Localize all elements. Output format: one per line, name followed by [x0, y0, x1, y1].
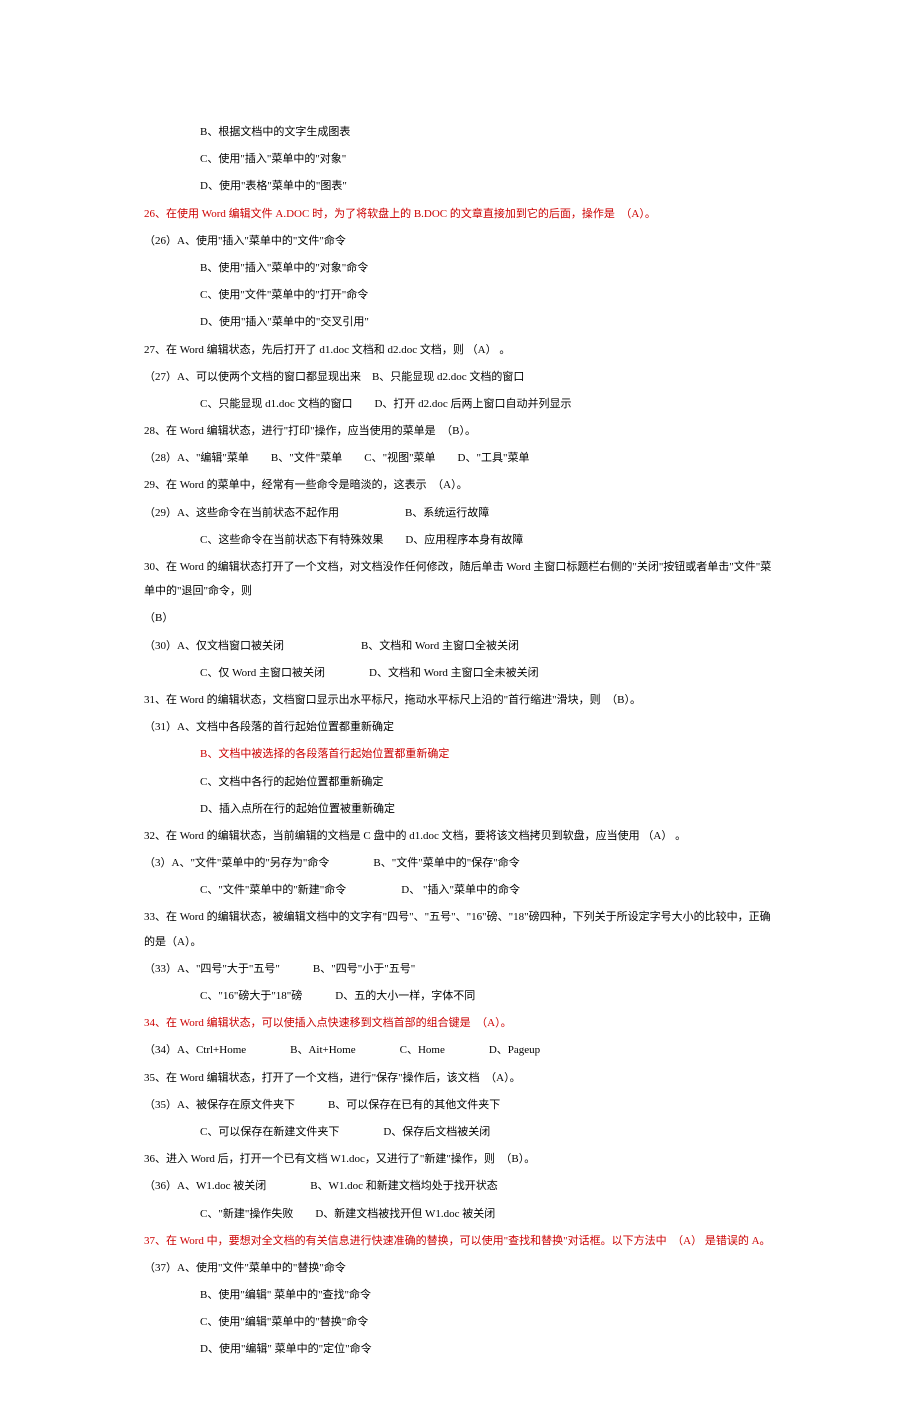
text-line: （B）: [140, 606, 780, 630]
text-line: （36）A、W1.doc 被关闭 B、W1.doc 和新建文档均处于找开状态: [140, 1174, 780, 1198]
text-line: C、使用"文件"菜单中的"打开"命令: [140, 283, 780, 307]
text-line: C、"16"磅大于"18"磅 D、五的大小一样，字体不同: [140, 984, 780, 1008]
text-line: C、使用"插入"菜单中的"对象": [140, 147, 780, 171]
text-line: （33）A、"四号"大于"五号" B、"四号"小于"五号": [140, 957, 780, 981]
text-line: C、文档中各行的起始位置都重新确定: [140, 770, 780, 794]
text-line: C、"文件"菜单中的"新建"命令 D、 "插入"菜单中的命令: [140, 878, 780, 902]
text-line: B、根据文档中的文字生成图表: [140, 120, 780, 144]
text-line: （29）A、这些命令在当前状态不起作用 B、系统运行故障: [140, 501, 780, 525]
text-line: D、使用"插入"菜单中的"交叉引用": [140, 310, 780, 334]
text-line: （37）A、使用"文件"菜单中的"替换"命令: [140, 1256, 780, 1280]
document-body: B、根据文档中的文字生成图表 C、使用"插入"菜单中的"对象" D、使用"表格"菜单…: [140, 120, 780, 1362]
text-line: C、可以保存在新建文件夹下 D、保存后文档被关闭: [140, 1120, 780, 1144]
text-line: D、插入点所在行的起始位置被重新确定: [140, 797, 780, 821]
text-line: 28、在 Word 编辑状态，进行"打印"操作，应当使用的菜单是 （B）。: [140, 419, 780, 443]
text-line: 36、进入 Word 后，打开一个已有文档 W1.doc，又进行了"新建"操作，…: [140, 1147, 780, 1171]
text-line: 31、在 Word 的编辑状态，文档窗口显示出水平标尺，拖动水平标尺上沿的"首行…: [140, 688, 780, 712]
text-line: D、使用"表格"菜单中的"图表": [140, 174, 780, 198]
text-line: 26、在使用 Word 编辑文件 A.DOC 时，为了将软盘上的 B.DOC 的…: [140, 202, 780, 226]
text-line: 34、在 Word 编辑状态，可以使插入点快速移到文档首部的组合键是 （A）。: [140, 1011, 780, 1035]
text-line: 29、在 Word 的菜单中，经常有一些命令是暗淡的，这表示 （A）。: [140, 473, 780, 497]
text-line: D、使用"编辑" 菜单中的"定位"命令: [140, 1337, 780, 1361]
text-line: （27）A、可以使两个文档的窗口都显现出来 B、只能显现 d2.doc 文档的窗…: [140, 365, 780, 389]
text-line: （34）A、Ctrl+Home B、Ait+Home C、Home D、Page…: [140, 1038, 780, 1062]
text-line: （30）A、仅文档窗口被关闭 B、文档和 Word 主窗口全被关闭: [140, 634, 780, 658]
text-line: 37、在 Word 中，要想对全文档的有关信息进行快速准确的替换，可以使用"查找…: [140, 1229, 780, 1253]
text-line: 27、在 Word 编辑状态，先后打开了 d1.doc 文档和 d2.doc 文…: [140, 338, 780, 362]
text-line: （35）A、被保存在原文件夹下 B、可以保存在已有的其他文件夹下: [140, 1093, 780, 1117]
text-line: （28）A、"编辑"菜单 B、"文件"菜单 C、"视图"菜单 D、"工具"菜单: [140, 446, 780, 470]
text-line: B、使用"插入"菜单中的"对象"命令: [140, 256, 780, 280]
text-line: C、这些命令在当前状态下有特殊效果 D、应用程序本身有故障: [140, 528, 780, 552]
text-line: B、使用"编辑" 菜单中的"查找"命令: [140, 1283, 780, 1307]
text-line: 30、在 Word 的编辑状态打开了一个文档，对文档没作任何修改，随后单击 Wo…: [140, 555, 780, 603]
text-line: （26）A、使用"插入"菜单中的"文件"命令: [140, 229, 780, 253]
text-line: （3）A、"文件"菜单中的"另存为"命令 B、"文件"菜单中的"保存"命令: [140, 851, 780, 875]
text-line: C、仅 Word 主窗口被关闭 D、文档和 Word 主窗口全未被关闭: [140, 661, 780, 685]
text-line: 35、在 Word 编辑状态，打开了一个文档，进行"保存"操作后，该文档 （A）…: [140, 1066, 780, 1090]
text-line: 32、在 Word 的编辑状态，当前编辑的文档是 C 盘中的 d1.doc 文档…: [140, 824, 780, 848]
text-line: C、"新建"操作失败 D、新建文档被找开但 W1.doc 被关闭: [140, 1202, 780, 1226]
text-line: 33、在 Word 的编辑状态，被编辑文档中的文字有"四号"、"五号"、"16"…: [140, 905, 780, 953]
text-line: C、使用"编辑"菜单中的"替换"命令: [140, 1310, 780, 1334]
text-line: B、文档中被选择的各段落首行起始位置都重新确定: [140, 742, 780, 766]
text-line: （31）A、文档中各段落的首行起始位置都重新确定: [140, 715, 780, 739]
text-line: C、只能显现 d1.doc 文档的窗口 D、打开 d2.doc 后两上窗口自动并…: [140, 392, 780, 416]
